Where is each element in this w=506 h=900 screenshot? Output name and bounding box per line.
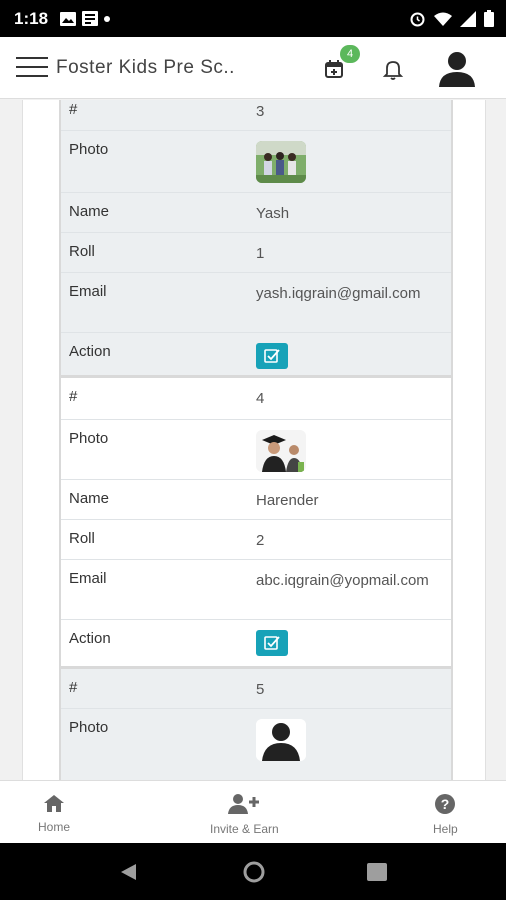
record-row-index: # 5 bbox=[61, 669, 451, 709]
dot-icon bbox=[104, 15, 110, 22]
app-title: Foster Kids Pre Sc.. bbox=[56, 57, 235, 78]
record-row-email: Email yash.iqgrain@gmail.com bbox=[61, 273, 451, 333]
checkbox-edit-icon bbox=[264, 349, 280, 363]
recents-icon[interactable] bbox=[367, 863, 387, 881]
photo-label: Photo bbox=[69, 430, 109, 447]
index-value: 5 bbox=[256, 681, 265, 698]
nav-invite-label: Invite & Earn bbox=[210, 822, 279, 836]
image-notification-icon bbox=[60, 11, 76, 26]
hamburger-menu-icon[interactable] bbox=[16, 57, 48, 79]
outer-panel: # 3 Photo Name Yash Roll 1 Email yash.iq… bbox=[22, 100, 486, 780]
edit-action-button[interactable] bbox=[256, 343, 288, 369]
nav-home[interactable]: Home bbox=[38, 793, 70, 834]
name-label: Name bbox=[69, 203, 110, 220]
name-value: Yash bbox=[256, 205, 290, 222]
record-row-roll: Roll 1 bbox=[61, 233, 451, 273]
index-value: 3 bbox=[256, 103, 265, 120]
graduate-photo-icon bbox=[256, 430, 306, 472]
checkbox-edit-icon bbox=[264, 636, 280, 650]
record-row-name: Name Harender bbox=[61, 480, 451, 520]
email-label: Email bbox=[69, 570, 107, 587]
bell-icon[interactable] bbox=[382, 57, 404, 81]
svg-text:?: ? bbox=[441, 796, 450, 812]
roll-label: Roll bbox=[69, 530, 95, 547]
help-icon: ? bbox=[435, 794, 456, 814]
record-row-photo: Photo bbox=[61, 709, 451, 780]
action-label: Action bbox=[69, 343, 111, 360]
record-row-action: Action bbox=[61, 620, 451, 667]
record-row-roll: Roll 2 bbox=[61, 520, 451, 560]
wifi-icon bbox=[434, 12, 452, 26]
signal-icon bbox=[460, 10, 476, 27]
index-label: # bbox=[69, 679, 78, 696]
news-notification-icon bbox=[82, 11, 98, 26]
index-value: 4 bbox=[256, 390, 265, 407]
battery-icon bbox=[484, 10, 494, 27]
nav-invite-earn[interactable]: Invite & Earn bbox=[210, 793, 279, 836]
roll-value: 2 bbox=[256, 532, 265, 549]
nav-help-label: Help bbox=[433, 822, 458, 836]
name-label: Name bbox=[69, 490, 110, 507]
student-table: # 3 Photo Name Yash Roll 1 Email yash.iq… bbox=[59, 100, 453, 780]
email-label: Email bbox=[69, 283, 107, 300]
photo-label: Photo bbox=[69, 719, 109, 736]
user-avatar-icon[interactable] bbox=[436, 47, 478, 89]
edit-action-button[interactable] bbox=[256, 630, 288, 656]
status-notification-icons bbox=[60, 11, 110, 26]
group-photo-icon bbox=[256, 141, 306, 183]
home-circle-icon[interactable] bbox=[243, 861, 265, 883]
record-row-action: Action bbox=[61, 333, 451, 378]
bottom-nav: Home Invite & Earn ? Help bbox=[0, 780, 506, 843]
index-label: # bbox=[69, 101, 78, 118]
email-value: yash.iqgrain@gmail.com bbox=[256, 285, 421, 302]
student-record: # 3 Photo Name Yash Roll 1 Email yash.iq… bbox=[59, 100, 453, 377]
add-user-icon bbox=[228, 794, 260, 814]
record-row-index: # 4 bbox=[61, 378, 451, 420]
status-time: 1:18 bbox=[14, 9, 49, 28]
status-system-icons bbox=[409, 10, 494, 27]
record-row-photo: Photo bbox=[61, 131, 451, 193]
system-navigation-bar bbox=[0, 843, 506, 900]
back-icon[interactable] bbox=[118, 862, 138, 882]
student-list-content: # 3 Photo Name Yash Roll 1 Email yash.iq… bbox=[0, 100, 506, 780]
record-row-email: Email abc.iqgrain@yopmail.com bbox=[61, 560, 451, 620]
record-row-name: Name Yash bbox=[61, 193, 451, 233]
student-record: # 5 Photo bbox=[59, 668, 453, 780]
app-bar: Foster Kids Pre Sc.. 4 bbox=[0, 37, 506, 99]
record-row-index: # 3 bbox=[61, 100, 451, 131]
record-row-photo: Photo bbox=[61, 420, 451, 480]
roll-label: Roll bbox=[69, 243, 95, 260]
nav-help[interactable]: ? Help bbox=[433, 793, 458, 836]
student-record: # 4 Photo Name Harender Roll 2 Email abc… bbox=[59, 377, 453, 668]
home-icon bbox=[44, 795, 64, 812]
index-label: # bbox=[69, 388, 78, 405]
nav-home-label: Home bbox=[38, 820, 71, 834]
name-value: Harender bbox=[256, 492, 319, 509]
action-label: Action bbox=[69, 630, 111, 647]
notification-count-badge: 4 bbox=[340, 45, 360, 63]
status-bar: 1:18 bbox=[0, 0, 506, 37]
alarm-icon bbox=[410, 12, 425, 27]
roll-value: 1 bbox=[256, 245, 265, 262]
email-value: abc.iqgrain@yopmail.com bbox=[256, 572, 429, 589]
photo-label: Photo bbox=[69, 141, 109, 158]
default-avatar-icon bbox=[256, 719, 306, 761]
